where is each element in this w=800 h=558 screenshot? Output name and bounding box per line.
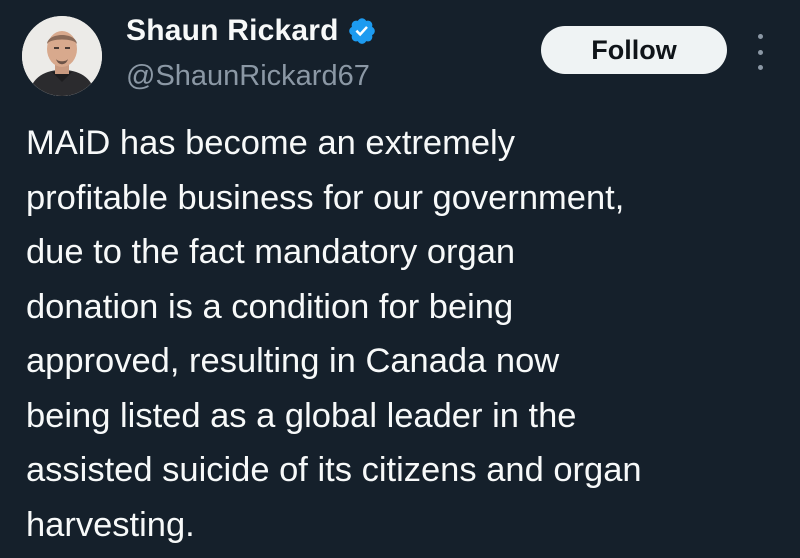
author-handle[interactable]: @ShaunRickard67 xyxy=(126,60,370,93)
more-dot xyxy=(757,65,763,70)
profile-photo-icon xyxy=(22,16,102,96)
more-dot xyxy=(757,34,763,39)
tweet-text: MAiD has become an extremely profitable … xyxy=(26,124,642,544)
more-dot xyxy=(757,49,763,55)
author-name-row: Shaun Rickard xyxy=(126,14,377,48)
follow-button[interactable]: Follow xyxy=(541,26,727,74)
more-options-icon[interactable] xyxy=(752,34,768,70)
author-display-name[interactable]: Shaun Rickard xyxy=(126,14,339,48)
avatar[interactable] xyxy=(22,16,102,96)
verified-badge-icon[interactable] xyxy=(347,16,377,46)
tweet-card: Shaun Rickard @ShaunRickard67 Follow MAi… xyxy=(0,0,800,558)
